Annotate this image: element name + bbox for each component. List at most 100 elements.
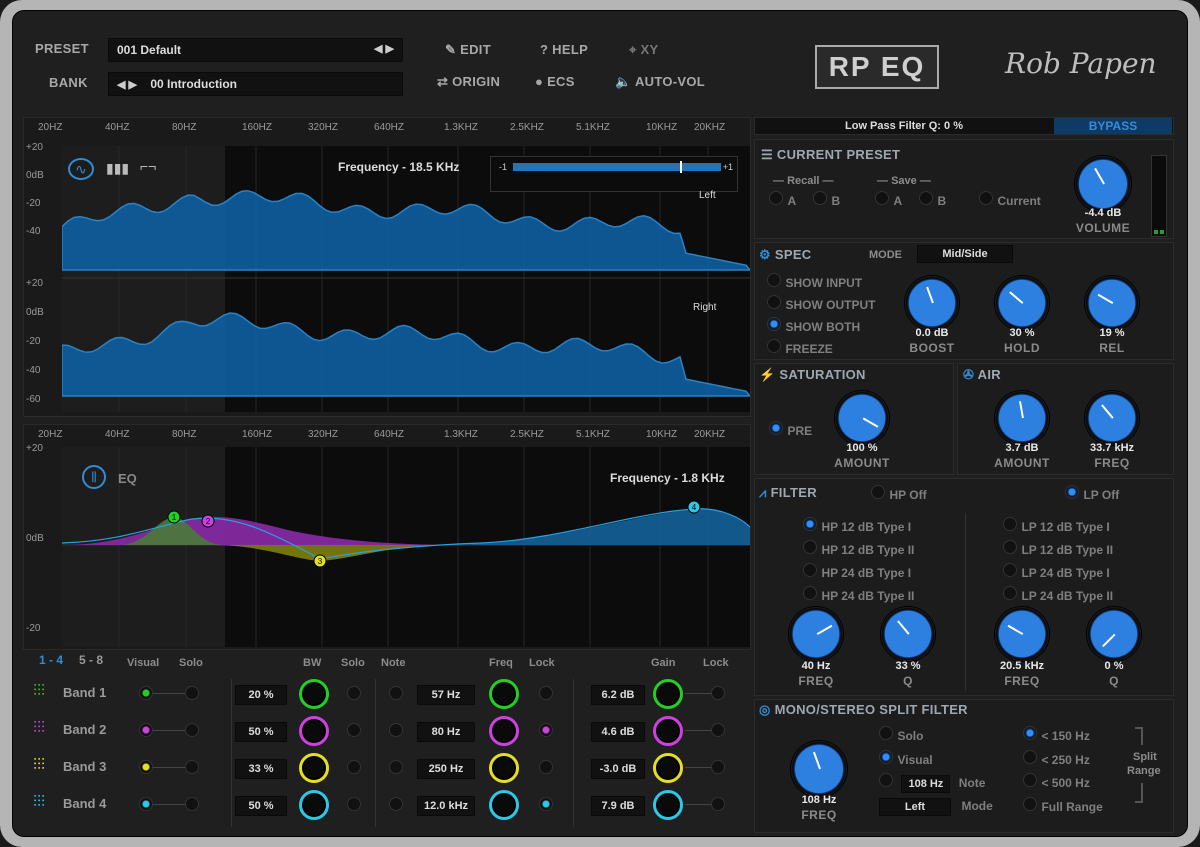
freeze-option[interactable]: FREEZE [767, 339, 833, 358]
band-1-freq-knob[interactable] [489, 679, 519, 709]
band-3-solo-toggle[interactable] [185, 760, 199, 774]
show-input-option[interactable]: SHOW INPUT [767, 273, 862, 292]
band-2-solo-toggle[interactable] [185, 723, 199, 737]
save-b[interactable]: B [919, 191, 946, 210]
split-freq-knob[interactable] [791, 741, 847, 797]
lp-off-toggle[interactable]: LP Off [1065, 485, 1119, 504]
band-4-bw-solo-toggle[interactable] [347, 797, 361, 811]
band-2-gain-value[interactable]: 4.6 dB [591, 722, 645, 742]
band-2-visual-toggle[interactable] [139, 723, 153, 737]
band-3-bw-knob[interactable] [299, 753, 329, 783]
bands-page-1-4-tab[interactable]: 1 - 4 [39, 653, 63, 667]
volume-knob[interactable] [1075, 156, 1131, 212]
band-3-freq-value[interactable]: 250 Hz [417, 759, 475, 779]
show-both-option[interactable]: SHOW BOTH [767, 317, 860, 336]
hp-type-2[interactable]: HP 12 dB Type II [803, 540, 914, 559]
hp-q-knob[interactable] [881, 607, 935, 661]
band-3-gain-value[interactable]: -3.0 dB [591, 759, 645, 779]
lp-type-4[interactable]: LP 24 dB Type II [1003, 586, 1113, 605]
xy-button[interactable]: ⌖ XY [629, 42, 659, 58]
band-3-freq-knob[interactable] [489, 753, 519, 783]
lp-type-1[interactable]: LP 12 dB Type I [1003, 517, 1110, 536]
band-4-gain-lock-toggle[interactable] [711, 797, 725, 811]
recall-b[interactable]: B [813, 191, 840, 210]
help-button[interactable]: ? HELP [540, 42, 588, 57]
band-2-bw-value[interactable]: 50 % [235, 722, 287, 742]
band-4-bw-value[interactable]: 50 % [235, 796, 287, 816]
save-a[interactable]: A [875, 191, 902, 210]
air-amount-knob[interactable] [995, 391, 1049, 445]
full-range-option[interactable]: Full Range [1023, 797, 1103, 816]
split-note-value[interactable]: 108 Hz [901, 775, 951, 793]
bank-arrows-icon[interactable]: ◀ ▶ [117, 79, 137, 91]
pre-toggle[interactable]: PRE [769, 421, 812, 440]
split-solo-toggle[interactable]: Solo [879, 726, 923, 745]
band-4-visual-toggle[interactable] [139, 797, 153, 811]
edit-button[interactable]: ✎ EDIT [445, 42, 491, 58]
band-3-note-toggle[interactable] [389, 760, 403, 774]
eq-node-4[interactable]: 4 [687, 500, 701, 514]
band-3-gain-lock-toggle[interactable] [711, 760, 725, 774]
bands-page-5-8-tab[interactable]: 5 - 8 [79, 653, 103, 667]
band-4-note-toggle[interactable] [389, 797, 403, 811]
band-4-freq-lock-toggle[interactable] [539, 797, 553, 811]
band-3-visual-toggle[interactable] [139, 760, 153, 774]
band-1-gain-knob[interactable] [653, 679, 683, 709]
saturation-amount-knob[interactable] [835, 391, 889, 445]
waveform-view-icon[interactable]: ∿ [68, 158, 94, 180]
band-1-note-toggle[interactable] [389, 686, 403, 700]
band-2-note-toggle[interactable] [389, 723, 403, 737]
lp-freq-knob[interactable] [995, 607, 1049, 661]
eq-node-2[interactable]: 2 [201, 514, 215, 528]
hp-type-1[interactable]: HP 12 dB Type I [803, 517, 911, 536]
split-mode-value[interactable]: Left [879, 798, 951, 816]
band-3-bw-solo-toggle[interactable] [347, 760, 361, 774]
show-output-option[interactable]: SHOW OUTPUT [767, 295, 875, 314]
split-note-toggle[interactable] [879, 773, 893, 787]
bypass-button[interactable]: BYPASS [1054, 118, 1172, 134]
band-2-freq-value[interactable]: 80 Hz [417, 722, 475, 742]
eq-node-3[interactable]: 3 [313, 554, 327, 568]
band-4-solo-toggle[interactable] [185, 797, 199, 811]
bars-view-icon[interactable]: ▮▮▮ [106, 160, 129, 177]
current-toggle[interactable]: Current [979, 191, 1041, 210]
band-2-bw-solo-toggle[interactable] [347, 723, 361, 737]
range-500-option[interactable]: < 500 Hz [1023, 773, 1090, 792]
band-2-freq-knob[interactable] [489, 716, 519, 746]
range-250-option[interactable]: < 250 Hz [1023, 750, 1090, 769]
band-2-bw-knob[interactable] [299, 716, 329, 746]
air-freq-knob[interactable] [1085, 391, 1139, 445]
band-4-bw-knob[interactable] [299, 790, 329, 820]
band-4-gain-knob[interactable] [653, 790, 683, 820]
band-4-freq-knob[interactable] [489, 790, 519, 820]
steps-view-icon[interactable]: ⌐¬ [140, 158, 156, 174]
lp-type-3[interactable]: LP 24 dB Type I [1003, 563, 1110, 582]
hp-type-3[interactable]: HP 24 dB Type I [803, 563, 911, 582]
rel-knob[interactable] [1085, 276, 1139, 330]
hold-knob[interactable] [995, 276, 1049, 330]
ecs-button[interactable]: ● ECS [535, 74, 575, 89]
preset-selector[interactable]: 001 Default ◀ ▶ [108, 38, 403, 62]
hp-off-toggle[interactable]: HP Off [871, 485, 927, 504]
band-3-gain-knob[interactable] [653, 753, 683, 783]
lp-type-2[interactable]: LP 12 dB Type II [1003, 540, 1113, 559]
preset-arrows-icon[interactable]: ◀ ▶ [374, 42, 394, 55]
band-1-freq-value[interactable]: 57 Hz [417, 685, 475, 705]
auto-vol-button[interactable]: 🔈 AUTO-VOL [615, 74, 705, 90]
band-1-bw-value[interactable]: 20 % [235, 685, 287, 705]
band-1-visual-toggle[interactable] [139, 686, 153, 700]
recall-a[interactable]: A [769, 191, 796, 210]
band-4-gain-value[interactable]: 7.9 dB [591, 796, 645, 816]
hp-type-4[interactable]: HP 24 dB Type II [803, 586, 914, 605]
bank-selector[interactable]: ◀ ▶ 00 Introduction [108, 72, 403, 96]
band-1-bw-knob[interactable] [299, 679, 329, 709]
band-2-gain-lock-toggle[interactable] [711, 723, 725, 737]
mode-selector[interactable]: Mid/Side [917, 245, 1013, 263]
eq-node-1[interactable]: 1 [167, 510, 181, 524]
band-1-gain-value[interactable]: 6.2 dB [591, 685, 645, 705]
band-2-freq-lock-toggle[interactable] [539, 723, 553, 737]
band-1-gain-lock-toggle[interactable] [711, 686, 725, 700]
hp-freq-knob[interactable] [789, 607, 843, 661]
boost-knob[interactable] [905, 276, 959, 330]
band-3-bw-value[interactable]: 33 % [235, 759, 287, 779]
